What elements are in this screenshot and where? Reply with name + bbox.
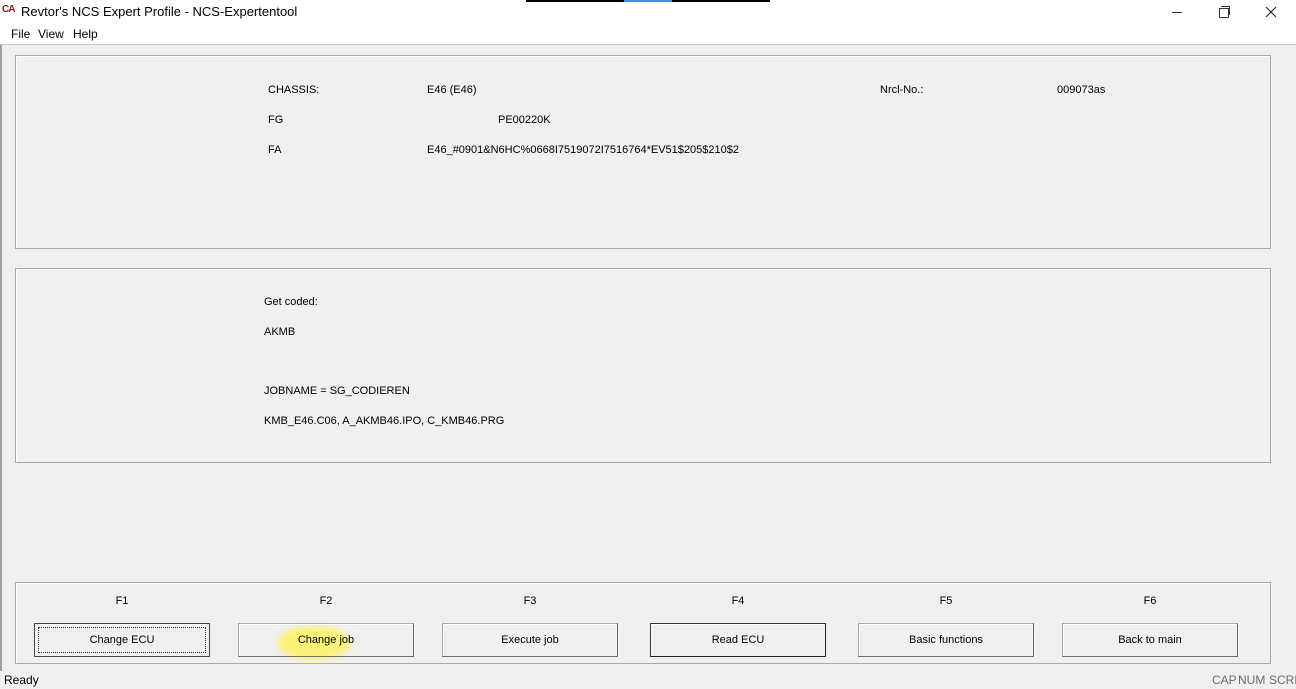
window-title: Revtor's NCS Expert Profile - NCS-Expert… (21, 4, 298, 19)
menu-help[interactable]: Help (73, 27, 98, 41)
num-lock-indicator: NUM (1238, 673, 1266, 687)
status-bar: Ready CAP NUM SCRL (0, 671, 1296, 689)
basic-functions-button[interactable]: Basic functions (858, 623, 1034, 657)
job-info-panel (15, 268, 1271, 463)
menu-view[interactable]: View (38, 27, 64, 41)
execute-job-button[interactable]: Execute job (442, 623, 618, 657)
menu-file[interactable]: File (11, 27, 30, 41)
get-coded-label: Get coded: (264, 296, 318, 308)
restore-icon (1219, 8, 1229, 18)
change-job-button[interactable]: Change job (238, 623, 414, 657)
title-bar-overlay (526, 0, 770, 2)
fa-label: FA (268, 144, 282, 156)
read-ecu-button[interactable]: Read ECU (650, 623, 826, 657)
ecu-name: AKMB (264, 326, 296, 338)
minimize-button[interactable] (1154, 0, 1200, 24)
app-logo-icon: CA (2, 3, 19, 17)
change-ecu-button[interactable]: Change ECU (34, 623, 210, 657)
title-bar[interactable]: CA Revtor's NCS Expert Profile - NCS-Exp… (0, 0, 1296, 24)
close-button[interactable] (1248, 0, 1294, 24)
chassis-value: E46 (E46) (427, 84, 477, 96)
fa-value: E46_#0901&N6HC%0668I7519072I7516764*EV51… (427, 144, 739, 156)
fg-label: FG (268, 114, 284, 126)
restore-button[interactable] (1200, 0, 1246, 24)
f4-key-label: F4 (731, 595, 745, 607)
nrcl-value: 009073as (1057, 84, 1106, 96)
back-to-main-button[interactable]: Back to main (1062, 623, 1238, 657)
app-logo-text: CA (2, 4, 15, 15)
job-name: JOBNAME = SG_CODIEREN (264, 385, 410, 397)
app-window: CA Revtor's NCS Expert Profile - NCS-Exp… (0, 0, 1296, 689)
fg-value: PE00220K (498, 114, 551, 126)
f3-key-label: F3 (523, 595, 537, 607)
nrcl-label: Nrcl-No.: (880, 84, 924, 96)
job-files: KMB_E46.C06, A_AKMB46.IPO, C_KMB46.PRG (264, 415, 505, 427)
close-icon (1265, 6, 1277, 18)
f6-key-label: F6 (1143, 595, 1157, 607)
status-text: Ready (4, 673, 39, 687)
minimize-icon (1172, 11, 1182, 13)
f1-key-label: F1 (115, 595, 129, 607)
f2-key-label: F2 (319, 595, 333, 607)
f5-key-label: F5 (939, 595, 953, 607)
menu-bar: File View Help (0, 24, 1296, 45)
chassis-label: CHASSIS: (268, 84, 320, 96)
scroll-lock-indicator: SCRL (1269, 673, 1296, 687)
caps-lock-indicator: CAP (1212, 673, 1237, 687)
